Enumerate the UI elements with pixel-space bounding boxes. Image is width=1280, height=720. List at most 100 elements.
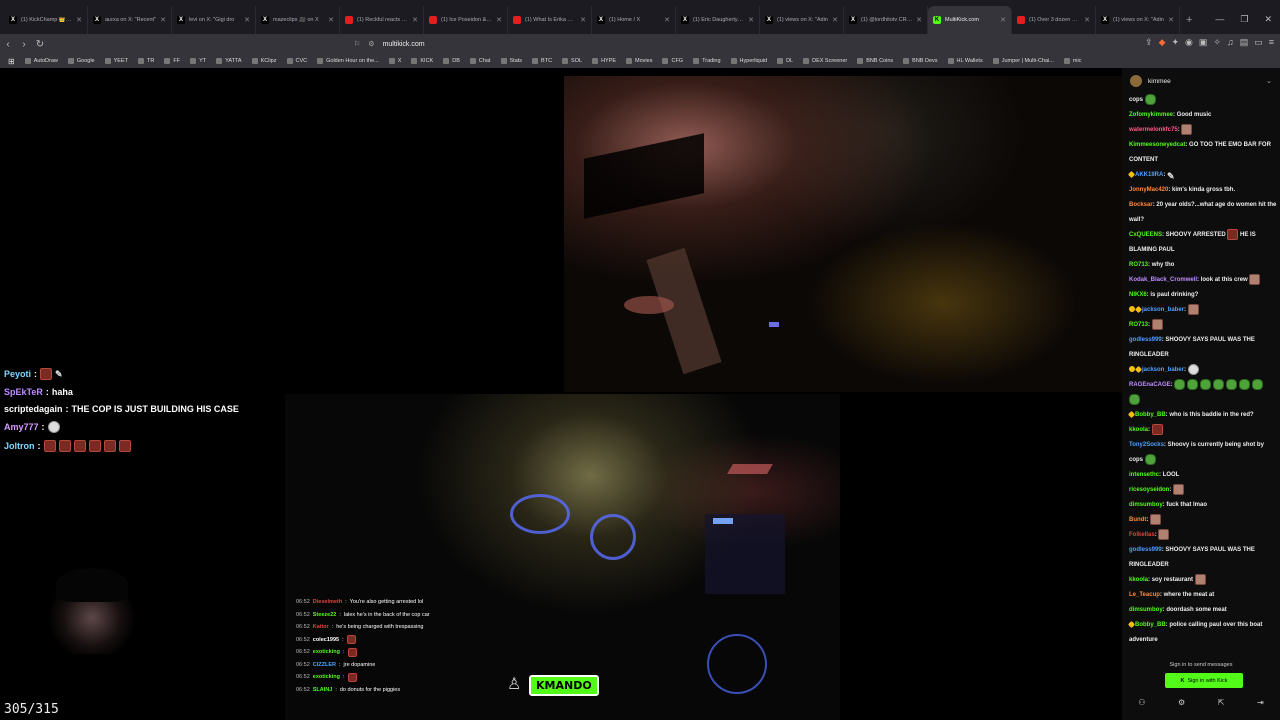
close-tab-icon[interactable]: ✕ (1000, 16, 1006, 24)
bookmark-item[interactable]: HYPE (592, 58, 616, 64)
site-info-icon[interactable]: ⚙ (368, 40, 374, 48)
browser-tab[interactable]: X (1) views on X: "Adin ✕ (1096, 6, 1180, 34)
back-icon[interactable]: ‹ (0, 39, 16, 50)
chat-timestamp: 06:52 (296, 661, 310, 668)
browser-tab[interactable]: X (1) Eric Daugherty on ✕ (676, 6, 760, 34)
close-tab-icon[interactable]: ✕ (496, 16, 502, 24)
bookmark-item[interactable]: HL Wallets (947, 58, 983, 64)
browser-tab[interactable]: X (1) views on X: "Adin ✕ (760, 6, 844, 34)
reload-icon[interactable]: ↻ (32, 39, 48, 50)
maximize-icon[interactable]: ❐ (1240, 14, 1248, 25)
browser-tab[interactable]: X (1) Home / X ✕ (592, 6, 676, 34)
extension-icon[interactable]: ▣ (1199, 37, 1208, 48)
bookmark-item[interactable]: KICK (411, 58, 433, 64)
tab-label: (1) @lordhitotv CRASH (861, 17, 912, 23)
browser-tab[interactable]: (1) Over 3 dozen bod ✕ (1012, 6, 1096, 34)
close-tab-icon[interactable]: ✕ (748, 16, 754, 24)
url-text[interactable]: multikick.com (383, 41, 425, 48)
bookmark-item[interactable]: Jumper | Multi-Chai... (992, 58, 1054, 64)
bookmark-item[interactable]: FF (164, 58, 180, 64)
add-user-icon[interactable]: ⚇ (1138, 698, 1145, 707)
brave-shield-icon[interactable]: ◆ (1159, 37, 1166, 48)
bookmark-star-icon[interactable]: ⚐ (354, 40, 360, 48)
browser-tab[interactable]: Xmazeclips 🎥 on X ✕ (256, 6, 340, 34)
browser-tab[interactable]: (1) Reckful reacts to d ✕ (340, 6, 424, 34)
chat-text: jre dopamine (343, 661, 376, 668)
close-tab-icon[interactable]: ✕ (244, 16, 250, 24)
bookmark-item[interactable]: YATTA (216, 58, 242, 64)
browser-tab[interactable]: (1) What Is Erika Kirk ✕ (508, 6, 592, 34)
channel-avatar[interactable] (1130, 75, 1142, 87)
browser-tab[interactable]: Xaʟᴇxa on X: "Recent" ✕ (88, 6, 172, 34)
address-bar[interactable]: ⚐ ⚙ multikick.com (354, 36, 914, 52)
bookmark-label: Chat (478, 58, 491, 64)
bookmark-item[interactable]: Golden Hour on the... (317, 58, 379, 64)
close-tab-icon[interactable]: ✕ (580, 16, 586, 24)
close-tab-icon[interactable]: ✕ (1168, 16, 1174, 24)
bookmark-item[interactable]: DEX Screener (803, 58, 847, 64)
bookmark-item[interactable]: AutoDraw (24, 58, 58, 64)
share-icon[interactable]: ⇪ (1145, 37, 1153, 48)
close-window-icon[interactable]: ✕ (1264, 14, 1272, 25)
close-tab-icon[interactable]: ✕ (76, 16, 82, 24)
new-tab-icon[interactable]: + (1180, 14, 1198, 34)
bookmark-item[interactable]: YT (190, 58, 206, 64)
bookmark-item[interactable]: YEET (104, 58, 128, 64)
bookmark-item[interactable]: Trading (693, 58, 721, 64)
chevron-down-icon[interactable]: ⌄ (1266, 77, 1272, 85)
bookmark-label: AutoDraw (33, 58, 58, 64)
bookmark-item[interactable]: CFG (662, 58, 683, 64)
stream-video-top[interactable] (564, 76, 1122, 392)
bookmark-item[interactable]: BNB Coins (857, 58, 893, 64)
browser-tab[interactable]: Xlevi on X: "Gigi dro ✕ (172, 6, 256, 34)
bookmark-item[interactable]: CVC (286, 58, 307, 64)
bookmark-item[interactable]: TR (137, 58, 154, 64)
bookmark-item[interactable]: Google (67, 58, 95, 64)
bookmark-item[interactable]: DL (777, 58, 793, 64)
close-tab-icon[interactable]: ✕ (412, 16, 418, 24)
forward-icon[interactable]: › (16, 39, 32, 50)
bookmark-label: SOL (571, 58, 583, 64)
kick-icon (443, 58, 450, 64)
chat-message: JonnyMac420: kim's kinda gross tbh. (1129, 187, 1236, 193)
chat-message: kkoola: soy restaurant (1129, 573, 1277, 588)
bookmark-item[interactable]: mic (1063, 58, 1081, 64)
close-tab-icon[interactable]: ✕ (328, 16, 334, 24)
menu-icon[interactable]: ≡ (1269, 37, 1274, 48)
bookmark-item[interactable]: Chat (469, 58, 491, 64)
popout-icon[interactable]: ⇱ (1218, 698, 1225, 707)
puzzle-icon[interactable]: ✧ (1213, 37, 1221, 48)
bookmark-label: Google (76, 58, 95, 64)
extension-icon[interactable]: ◉ (1185, 37, 1193, 48)
close-tab-icon[interactable]: ✕ (664, 16, 670, 24)
bookmark-item[interactable]: SOL (562, 58, 582, 64)
bookmark-item[interactable]: BNB Devs (903, 58, 938, 64)
sidebar-icon[interactable]: ▤ (1240, 37, 1249, 48)
kick-emote (1200, 378, 1212, 390)
bookmark-item[interactable]: Hyperliquid (730, 58, 767, 64)
bookmark-item[interactable]: BTC (532, 58, 552, 64)
close-tab-icon[interactable]: ✕ (160, 16, 166, 24)
bookmark-item[interactable]: KClipz (251, 58, 277, 64)
wallet-icon[interactable]: ▭ (1254, 37, 1263, 48)
bookmark-item[interactable]: DB (443, 58, 460, 64)
close-tab-icon[interactable]: ✕ (832, 16, 838, 24)
apps-grid-icon[interactable]: ⊞ (8, 57, 15, 66)
x-icon: X (9, 16, 17, 24)
browser-tab[interactable]: X (1) KickChamp 👑 on X ✕ (4, 6, 88, 34)
minimize-icon[interactable]: — (1215, 14, 1224, 25)
close-tab-icon[interactable]: ✕ (916, 16, 922, 24)
music-icon[interactable]: ♫ (1227, 37, 1234, 48)
bookmark-item[interactable]: Movies (626, 58, 652, 64)
bookmark-item[interactable]: X (388, 58, 401, 64)
browser-tab[interactable]: K MultiKick.com ✕ (928, 6, 1012, 34)
extension-icon[interactable]: ✦ (1171, 37, 1179, 48)
collapse-icon[interactable]: ⇥ (1257, 698, 1264, 707)
browser-tab[interactable]: X (1) @lordhitotv CRASH ✕ (844, 6, 928, 34)
settings-icon[interactable]: ⚙ (1178, 698, 1185, 707)
close-tab-icon[interactable]: ✕ (1084, 16, 1090, 24)
bookmark-item[interactable]: Stats (500, 58, 522, 64)
signin-button[interactable]: K Sign in with Kick (1165, 673, 1243, 688)
browser-tab[interactable]: (1) Ice Poseidon & Ni ✕ (424, 6, 508, 34)
channel-name[interactable]: kimmee (1148, 78, 1171, 85)
